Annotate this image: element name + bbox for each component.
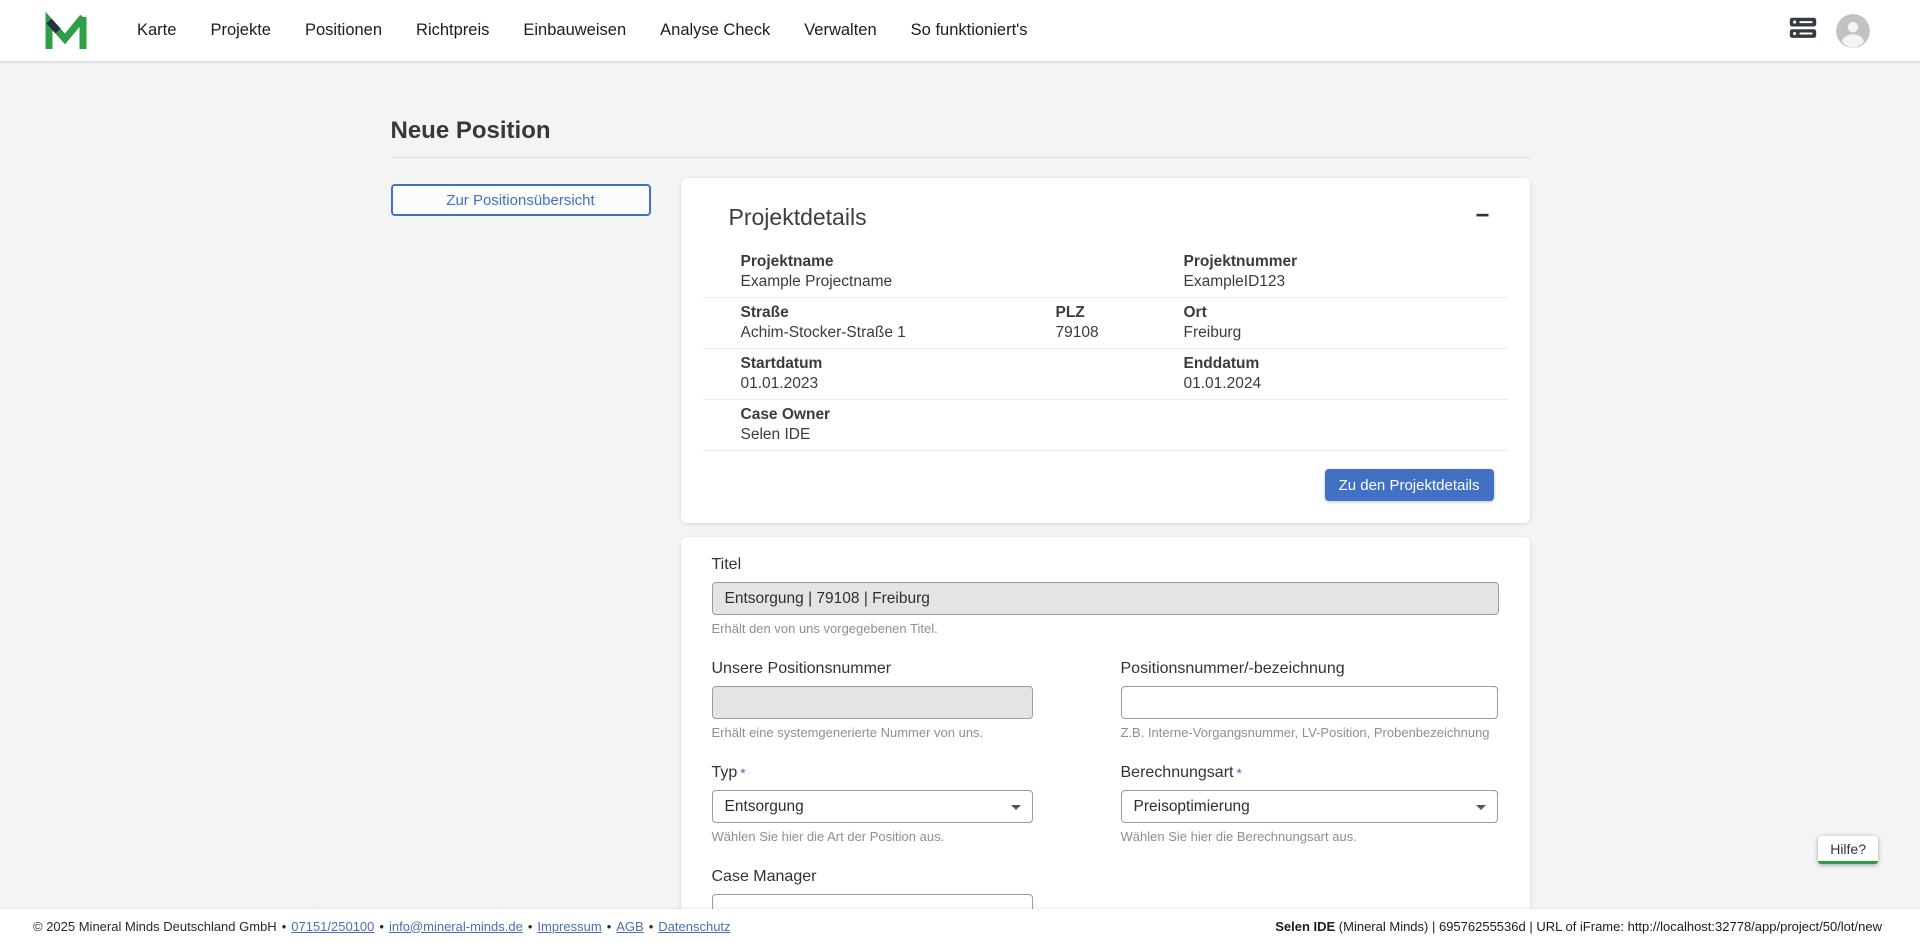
titel-input [712, 582, 1499, 615]
case-manager-label: Case Manager [712, 867, 1033, 887]
server-icon[interactable] [1788, 16, 1818, 45]
footer-phone-link[interactable]: 07151/250100 [291, 919, 374, 934]
positionsbezeichnung-input[interactable] [1121, 686, 1498, 719]
footer-agb-link[interactable]: AGB [616, 919, 643, 934]
berechnungsart-help: Wählen Sie hier die Berechnungsart aus. [1121, 829, 1498, 845]
required-asterisk: * [1236, 765, 1241, 781]
collapse-icon[interactable]: − [1475, 204, 1489, 228]
typ-select-value: Entsorgung [725, 798, 804, 816]
case-owner-label: Case Owner [741, 405, 1184, 425]
typ-label: Typ* [712, 763, 1033, 783]
case-owner-value: Selen IDE [741, 425, 1184, 445]
nav-item-positionen[interactable]: Positionen [288, 0, 399, 61]
table-row: Straße Achim-Stocker-Straße 1 PLZ 79108 … [703, 298, 1508, 349]
positionsbezeichnung-label: Positionsnummer/-bezeichnung [1121, 659, 1498, 679]
unsere-positionsnummer-help: Erhält eine systemgenerierte Nummer von … [712, 725, 1033, 741]
nav-item-projekte[interactable]: Projekte [193, 0, 288, 61]
page-title: Neue Position [391, 117, 1530, 145]
ort-value: Freiburg [1184, 323, 1508, 343]
projektnummer-label: Projektnummer [1184, 252, 1508, 272]
berechnungsart-select[interactable]: Preisoptimierung [1121, 790, 1498, 823]
footer-impressum-link[interactable]: Impressum [537, 919, 601, 934]
separator-dot: • [379, 919, 384, 934]
plz-label: PLZ [1056, 303, 1184, 323]
table-row: Projektname Example Projectname Projektn… [703, 247, 1508, 298]
ort-label: Ort [1184, 303, 1508, 323]
project-fields-table: Projektname Example Projectname Projektn… [703, 247, 1508, 451]
positionsbezeichnung-help: Z.B. Interne-Vorgangsnummer, LV-Position… [1121, 725, 1498, 741]
user-avatar[interactable] [1836, 14, 1870, 48]
project-details-button[interactable]: Zu den Projektdetails [1325, 469, 1494, 501]
typ-help: Wählen Sie hier die Art der Position aus… [712, 829, 1033, 845]
table-row: Startdatum 01.01.2023 Enddatum 01.01.202… [703, 349, 1508, 400]
startdatum-value: 01.01.2023 [741, 374, 1184, 394]
navbar-right [1788, 14, 1870, 48]
session-user: Selen IDE [1275, 919, 1335, 934]
nav-item-karte[interactable]: Karte [120, 0, 193, 61]
main-nav: Karte Projekte Positionen Richtpreis Ein… [120, 0, 1045, 61]
footer-email-link[interactable]: info@mineral-minds.de [389, 919, 523, 934]
footer: © 2025 Mineral Minds Deutschland GmbH • … [0, 909, 1920, 943]
required-asterisk: * [740, 765, 745, 781]
nav-item-verwalten[interactable]: Verwalten [787, 0, 893, 61]
enddatum-label: Enddatum [1184, 354, 1508, 374]
footer-left: © 2025 Mineral Minds Deutschland GmbH • … [33, 919, 731, 934]
chevron-down-icon [1476, 805, 1486, 810]
table-row: Case Owner Selen IDE [703, 400, 1508, 451]
typ-select[interactable]: Entsorgung [712, 790, 1033, 823]
titel-label: Titel [712, 555, 1499, 575]
projektname-label: Projektname [741, 252, 1184, 272]
session-details: (Mineral Minds) | 69576255536d | URL of … [1335, 919, 1882, 934]
chevron-down-icon [1011, 805, 1021, 810]
case-manager-input[interactable] [712, 894, 1033, 909]
unsere-positionsnummer-label: Unsere Positionsnummer [712, 659, 1033, 679]
strasse-label: Straße [741, 303, 1056, 323]
top-navbar: Karte Projekte Positionen Richtpreis Ein… [0, 0, 1920, 61]
separator-dot: • [528, 919, 533, 934]
footer-datenschutz-link[interactable]: Datenschutz [658, 919, 730, 934]
help-button[interactable]: Hilfe? [1818, 836, 1878, 864]
berechnungsart-select-value: Preisoptimierung [1134, 798, 1250, 816]
main-content: Neue Position Zur Positionsübersicht Pro… [0, 61, 1920, 909]
back-to-positions-button[interactable]: Zur Positionsübersicht [391, 184, 651, 216]
project-card-title: Projektdetails [729, 204, 867, 231]
strasse-value: Achim-Stocker-Straße 1 [741, 323, 1056, 343]
nav-item-richtpreis[interactable]: Richtpreis [399, 0, 506, 61]
startdatum-label: Startdatum [741, 354, 1184, 374]
nav-item-so-funktionierts[interactable]: So funktioniert's [894, 0, 1045, 61]
projektnummer-value: ExampleID123 [1184, 272, 1508, 292]
nav-item-einbauweisen[interactable]: Einbauweisen [506, 0, 643, 61]
enddatum-value: 01.01.2024 [1184, 374, 1508, 394]
nav-item-analyse-check[interactable]: Analyse Check [643, 0, 787, 61]
project-details-card: Projektdetails − Projektname Example Pro… [681, 178, 1530, 523]
copyright-text: © 2025 Mineral Minds Deutschland GmbH [33, 919, 277, 934]
new-position-form-card: Titel Erhält den von uns vorgegebenen Ti… [681, 537, 1530, 909]
mineral-minds-logo-icon[interactable] [44, 9, 88, 53]
session-info: Selen IDE (Mineral Minds) | 69576255536d… [1275, 919, 1882, 934]
separator-dot: • [282, 919, 287, 934]
unsere-positionsnummer-input [712, 686, 1033, 719]
plz-value: 79108 [1056, 323, 1184, 343]
berechnungsart-label: Berechnungsart* [1121, 763, 1498, 783]
titel-help: Erhält den von uns vorgegebenen Titel. [712, 621, 1499, 637]
projektname-value: Example Projectname [741, 272, 1184, 292]
separator-dot: • [607, 919, 612, 934]
separator-dot: • [649, 919, 654, 934]
